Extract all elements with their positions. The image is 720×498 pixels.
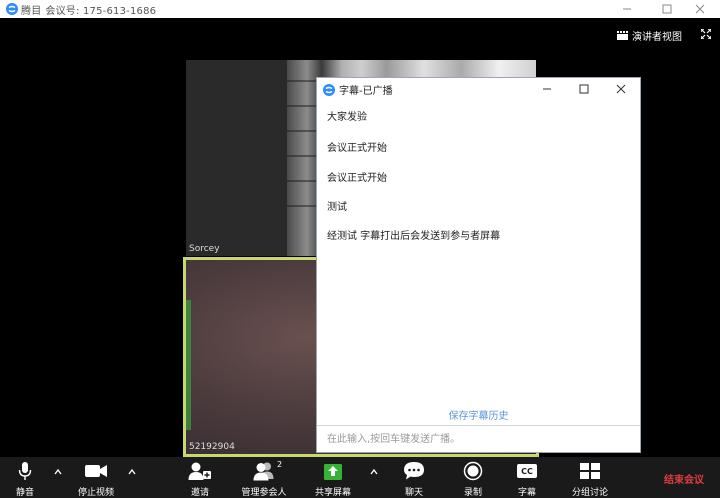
chat-icon	[404, 462, 424, 480]
share-options-caret[interactable]	[369, 467, 379, 477]
speaker-view-label: 演讲者视图	[632, 32, 682, 43]
invite-button[interactable]: 邀请	[185, 457, 215, 498]
record-label: 录制	[463, 488, 482, 498]
caption-window-title: 字幕-已广播	[339, 86, 393, 97]
breakout-rooms-label: 分组讨论	[571, 488, 608, 498]
mute-button[interactable]: 静音	[6, 457, 44, 498]
chevron-up-icon	[370, 468, 378, 475]
chevron-up-icon	[128, 468, 136, 475]
maximize-icon	[662, 4, 672, 14]
chat-label: 聊天	[404, 488, 423, 498]
caption-line: 经测试 字幕打出后会发送到参与者屏幕	[327, 231, 501, 242]
stop-video-button[interactable]: 停止视频	[72, 457, 120, 498]
minimize-button[interactable]	[607, 0, 647, 18]
speaker-view-icon	[617, 31, 628, 40]
breakout-rooms-button[interactable]: 分组讨论	[566, 457, 614, 498]
add-user-icon	[188, 462, 211, 480]
invite-label: 邀请	[190, 488, 209, 498]
participant-count-badge: 2	[277, 460, 283, 469]
meeting-toolbar: 静音 停止视频 邀请 管理参会人 2 共享屏幕 聊天 录制 CC 字幕 分组讨论	[0, 457, 720, 498]
participant-name-label: Sorcey	[189, 244, 220, 254]
caption-input[interactable]	[327, 432, 627, 446]
chat-button[interactable]: 聊天	[398, 457, 430, 498]
share-screen-label: 共享屏幕	[314, 488, 351, 498]
caption-minimize-button[interactable]	[537, 81, 557, 97]
caption-window: 字幕-已广播 大家发验 会议正式开始 会议正式开始 测试 经测试 字幕打出后会发…	[316, 77, 641, 453]
participants-icon	[253, 462, 274, 481]
app-logo-icon	[323, 83, 335, 96]
caption-line: 会议正式开始	[327, 173, 387, 184]
captions-button[interactable]: CC 字幕	[512, 457, 542, 498]
video-options-caret[interactable]	[127, 467, 137, 477]
participant-name-label: 52192904	[189, 442, 235, 452]
manage-participants-label: 管理参会人	[241, 488, 287, 498]
close-icon	[695, 4, 705, 14]
chevron-up-icon	[54, 468, 62, 475]
closed-captions-icon: CC	[517, 464, 537, 478]
share-screen-icon	[324, 464, 342, 480]
caption-line: 测试	[327, 202, 347, 213]
end-meeting-button[interactable]: 结束会议	[664, 471, 704, 486]
minimize-icon	[543, 88, 551, 90]
app-name: 腾目	[21, 5, 42, 17]
breakout-rooms-icon	[580, 463, 600, 479]
maximize-icon	[579, 84, 589, 94]
save-caption-history-link[interactable]: 保存字幕历史	[317, 407, 640, 422]
app-logo-icon	[6, 3, 18, 15]
caption-line: 大家发验	[327, 112, 367, 123]
close-icon	[616, 84, 626, 94]
speaker-view-toggle[interactable]: 演讲者视图	[617, 28, 682, 43]
stop-video-label: 停止视频	[77, 488, 114, 498]
captions-label: 字幕	[517, 488, 536, 498]
record-icon	[463, 461, 483, 481]
mute-label: 静音	[15, 488, 34, 498]
minimize-icon	[623, 8, 631, 10]
meeting-id: 会议号: 175-613-1686	[45, 5, 157, 17]
share-screen-button[interactable]: 共享屏幕	[311, 457, 355, 498]
caption-line: 会议正式开始	[327, 143, 387, 154]
fullscreen-icon[interactable]	[701, 29, 711, 39]
audio-options-caret[interactable]	[53, 467, 63, 477]
record-button[interactable]: 录制	[458, 457, 488, 498]
caption-close-button[interactable]	[611, 81, 631, 97]
caption-input-area	[317, 425, 640, 452]
caption-maximize-button[interactable]	[574, 81, 594, 97]
manage-participants-button[interactable]: 管理参会人	[236, 457, 292, 498]
microphone-icon	[18, 462, 32, 480]
close-button[interactable]	[680, 0, 720, 18]
video-camera-icon	[85, 465, 107, 477]
